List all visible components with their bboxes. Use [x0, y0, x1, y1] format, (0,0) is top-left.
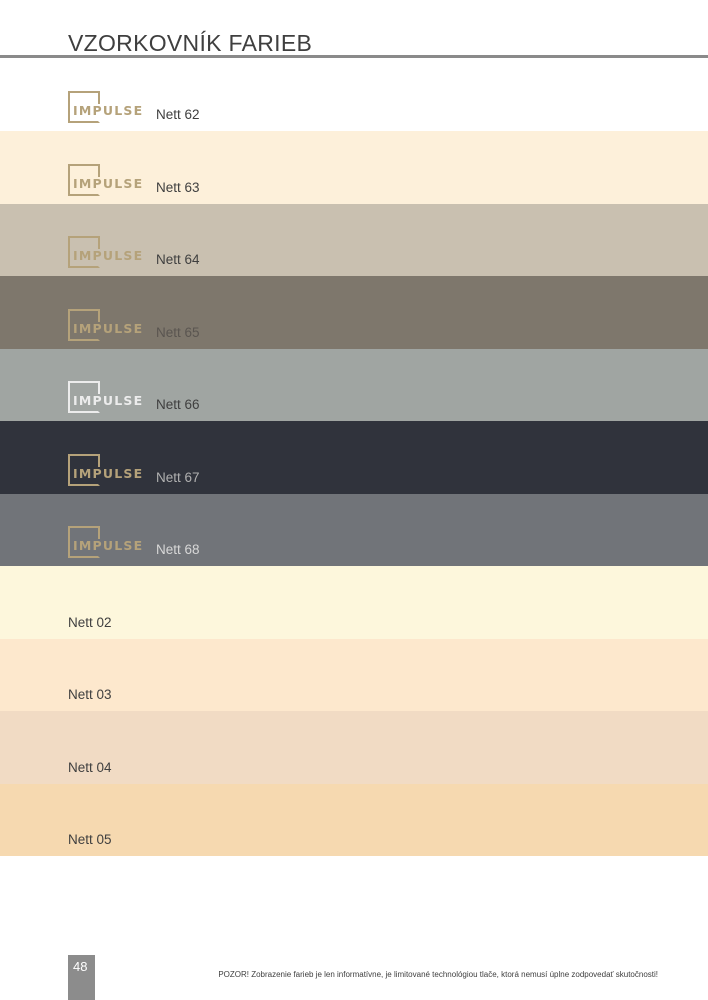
color-swatch-row: Nett 02 — [0, 566, 708, 639]
logo-brand-text: IMPULSE — [73, 393, 144, 408]
swatch-label-group: IMPULSE Nett 64 — [68, 236, 200, 270]
logo-brand-text: IMPULSE — [73, 248, 144, 263]
color-swatch-row: IMPULSE Nett 66 — [0, 348, 708, 421]
color-swatch-row: IMPULSE Nett 64 — [0, 203, 708, 276]
swatch-label-group: IMPULSE Nett 63 — [68, 163, 200, 198]
logo-brand-text: IMPULSE — [73, 465, 144, 481]
color-swatch-row: IMPULSE Nett 63 — [0, 131, 708, 204]
logo-brand-text: IMPULSE — [73, 103, 144, 118]
color-swatch-row: IMPULSE Nett 67 — [0, 421, 708, 494]
swatch-label-group: IMPULSE Nett 65 — [68, 308, 200, 343]
swatch-name: Nett 64 — [156, 252, 200, 267]
impulse-logo: IMPULSE — [68, 163, 148, 198]
logo-brand-text: IMPULSE — [73, 320, 144, 336]
swatch-name: Nett 02 — [68, 614, 112, 630]
swatch-name: Nett 04 — [68, 759, 112, 775]
swatch-name: Nett 66 — [156, 397, 200, 412]
swatch-label-group: IMPULSE Nett 68 — [68, 526, 200, 560]
swatch-name: Nett 67 — [156, 469, 200, 485]
color-swatch-row: IMPULSE Nett 68 — [0, 493, 708, 566]
impulse-logo: IMPULSE — [68, 526, 148, 560]
color-swatch-list: IMPULSE Nett 62 IMPULSE Nett 63 IMPULSE Nett … — [0, 58, 708, 856]
page-number-badge: 48 — [68, 955, 95, 1000]
swatch-label-group: Nett 02 — [68, 615, 112, 633]
swatch-label-group: IMPULSE Nett 66 — [68, 381, 200, 415]
swatch-name: Nett 63 — [156, 179, 200, 195]
color-disclaimer: POZOR! Zobrazenie farieb je len informat… — [218, 970, 658, 979]
swatch-label-group: Nett 04 — [68, 760, 112, 778]
swatch-name: Nett 65 — [156, 324, 200, 340]
color-swatch-row: IMPULSE Nett 62 — [0, 58, 708, 131]
color-swatch-row: Nett 05 — [0, 783, 708, 856]
logo-brand-text: IMPULSE — [73, 538, 144, 553]
logo-brand-text: IMPULSE — [73, 175, 144, 191]
swatch-name: Nett 03 — [68, 687, 112, 702]
swatch-name: Nett 68 — [156, 542, 200, 557]
color-swatch-row: Nett 03 — [0, 638, 708, 711]
impulse-logo: IMPULSE — [68, 236, 148, 270]
impulse-logo: IMPULSE — [68, 381, 148, 415]
impulse-logo: IMPULSE — [68, 308, 148, 343]
color-swatch-row: IMPULSE Nett 65 — [0, 276, 708, 349]
swatch-label-group: Nett 05 — [68, 832, 112, 850]
swatch-label-group: IMPULSE Nett 67 — [68, 453, 200, 488]
swatch-name: Nett 05 — [68, 832, 112, 847]
swatch-label-group: Nett 03 — [68, 687, 112, 705]
impulse-logo: IMPULSE — [68, 91, 148, 125]
color-swatch-row: Nett 04 — [0, 711, 708, 784]
page-title: VZORKOVNÍK FARIEB — [68, 30, 313, 56]
page-number: 48 — [73, 959, 88, 974]
impulse-logo: IMPULSE — [68, 453, 148, 488]
swatch-name: Nett 62 — [156, 107, 200, 122]
swatch-label-group: IMPULSE Nett 62 — [68, 91, 200, 125]
